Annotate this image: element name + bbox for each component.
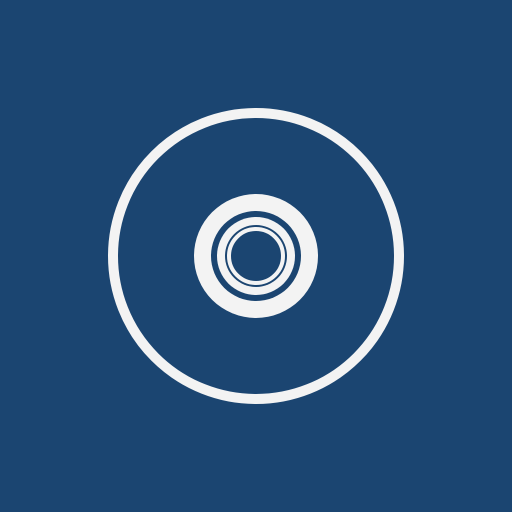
disc-spindle-hole	[232, 232, 280, 280]
app-icon-tile	[0, 0, 512, 512]
disc-icon	[108, 108, 404, 404]
